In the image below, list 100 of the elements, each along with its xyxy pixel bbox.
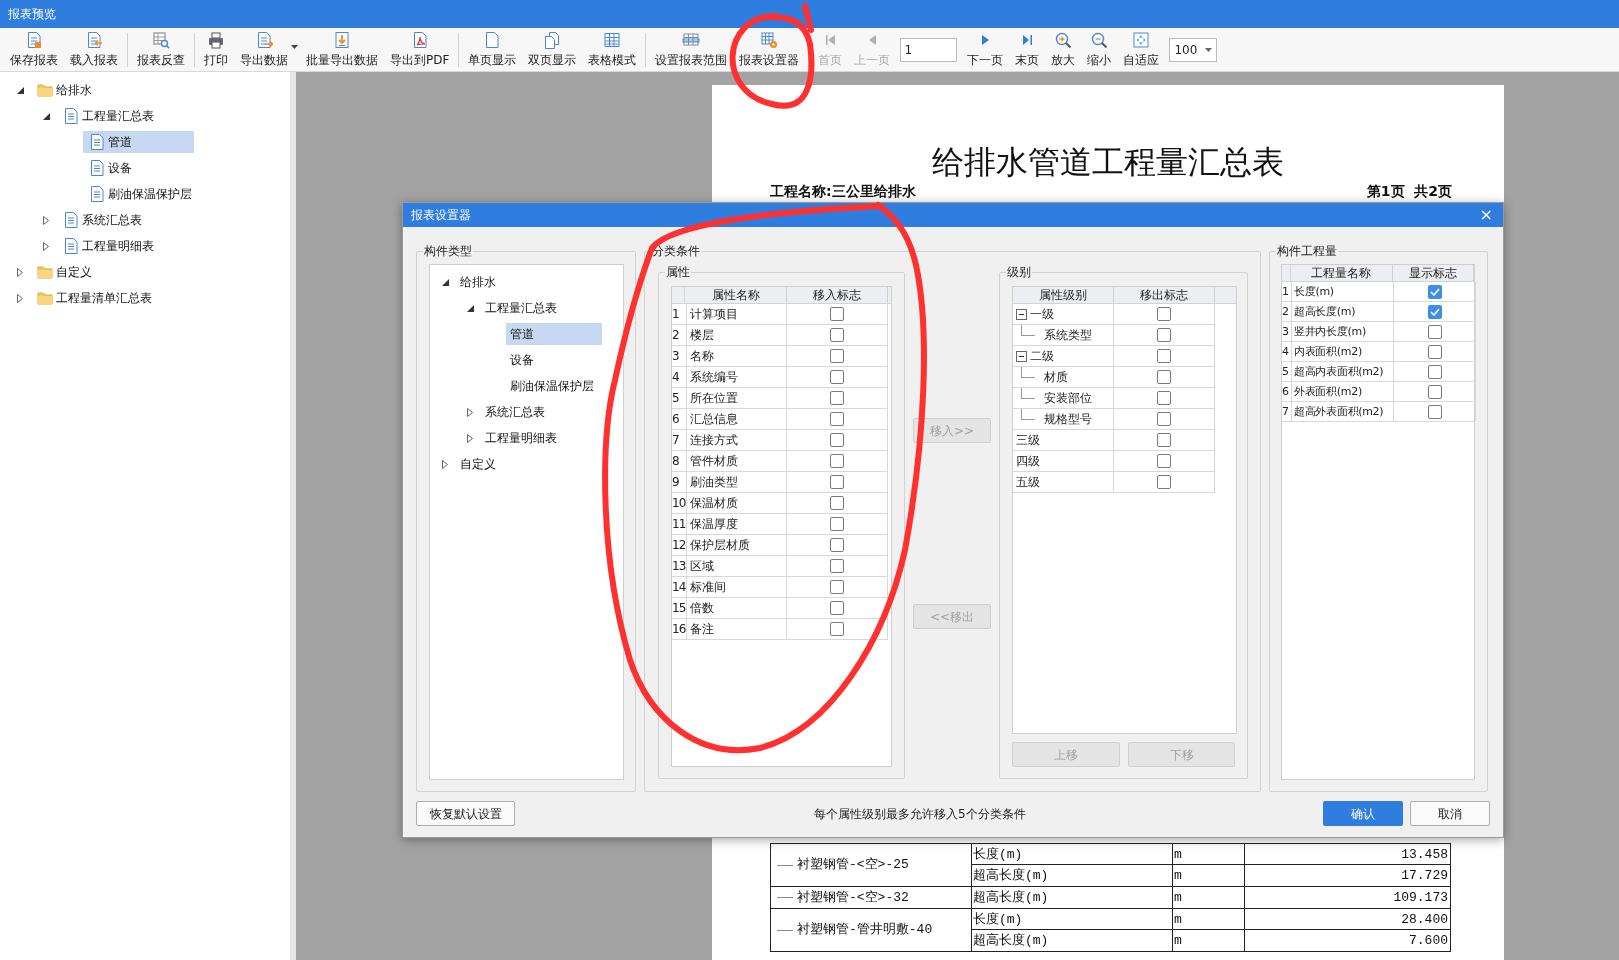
group-label: 构件工程量 [1276, 243, 1338, 259]
tree-item[interactable]: 工程量汇总表 [481, 297, 561, 319]
expanded-icon[interactable] [16, 86, 24, 94]
table-cell: 长度(m) [972, 909, 1173, 929]
checkbox[interactable] [830, 517, 844, 531]
checkbox[interactable] [1157, 328, 1171, 342]
checkbox[interactable] [1157, 370, 1171, 384]
tree-item[interactable]: 系统汇总表 [57, 209, 148, 231]
close-button[interactable]: × [1477, 207, 1495, 223]
table-cell: 名称 [686, 346, 787, 366]
checkbox[interactable] [1427, 364, 1442, 379]
tree-item[interactable]: 给排水 [456, 271, 500, 293]
checkbox[interactable] [830, 391, 844, 405]
collapse-icon[interactable] [1016, 308, 1027, 320]
checkbox[interactable] [830, 622, 844, 636]
checkbox[interactable] [1427, 344, 1442, 359]
checkbox[interactable] [830, 412, 844, 426]
toolbar-button[interactable]: 批量导出数据 [300, 28, 384, 71]
zoom-select[interactable]: 100 [1169, 37, 1218, 62]
checkbox[interactable] [830, 601, 844, 615]
next-icon [981, 34, 989, 45]
tree-item[interactable]: 工程量明细表 [57, 235, 160, 257]
restore-defaults-button[interactable]: 恢复默认设置 [416, 801, 515, 826]
collapsed-icon[interactable] [43, 215, 49, 225]
checkbox[interactable] [1157, 475, 1171, 489]
column-header: 显示标志 [1392, 265, 1474, 281]
cancel-button[interactable]: 取消 [1410, 801, 1490, 826]
toolbar-button[interactable]: 下一页 [961, 28, 1010, 71]
checkbox[interactable] [830, 307, 844, 321]
checkbox[interactable] [830, 328, 844, 342]
checkbox[interactable] [1427, 404, 1442, 419]
toolbar-button[interactable]: 导出到PDF [384, 28, 456, 71]
checkbox[interactable] [830, 559, 844, 573]
tree-item[interactable]: 设备 [83, 157, 194, 179]
toolbar-button[interactable]: 载入报表 [64, 28, 124, 71]
expanded-icon[interactable] [42, 112, 50, 120]
checkbox[interactable] [830, 370, 844, 384]
checkbox[interactable] [830, 433, 844, 447]
table-cell: m [1173, 887, 1245, 908]
checkbox[interactable] [1157, 412, 1171, 426]
toolbar-button[interactable]: 单页显示 [462, 28, 523, 71]
ok-button[interactable]: 确认 [1323, 801, 1403, 826]
tree-item[interactable]: 工程量明细表 [481, 427, 561, 449]
tree-item[interactable]: 管道 [506, 323, 602, 345]
toolbar-button[interactable]: 报表反查 [131, 28, 191, 71]
checkbox[interactable] [1427, 324, 1442, 339]
toolbar-button[interactable]: 放大 [1045, 28, 1082, 71]
collapsed-icon[interactable] [17, 267, 23, 277]
tree-item[interactable]: 工程量清单汇总表 [31, 287, 158, 309]
checkbox[interactable] [1157, 454, 1171, 468]
tree-item[interactable]: 工程量汇总表 [57, 105, 160, 127]
table-cell: 系统编号 [686, 367, 787, 387]
toolbar-button[interactable]: 导出数据 [234, 28, 300, 71]
expanded-icon[interactable] [466, 304, 474, 312]
toolbar-button[interactable]: 报表设置器 [733, 28, 806, 71]
checkbox[interactable] [1157, 391, 1171, 405]
toolbar-button[interactable]: 保存报表 [4, 28, 64, 71]
checkbox[interactable] [1157, 307, 1171, 321]
collapsed-icon[interactable] [43, 241, 49, 251]
toolbar-button[interactable]: 末页 [1009, 28, 1046, 71]
checkbox[interactable] [1427, 304, 1442, 319]
expanded-icon[interactable] [441, 278, 449, 286]
tree-item[interactable]: 自定义 [456, 453, 500, 475]
checkbox[interactable] [830, 538, 844, 552]
collapsed-icon[interactable] [467, 407, 473, 417]
toolbar-button[interactable]: 自适应 [1117, 28, 1166, 71]
checkbox[interactable] [830, 454, 844, 468]
table-cell: m [1173, 909, 1245, 929]
tree-item[interactable]: 管道 [83, 131, 194, 153]
row-number: 13 [672, 558, 686, 575]
collapse-icon[interactable] [1016, 350, 1027, 362]
row-number: 6 [672, 411, 680, 428]
column-header: 移入标志 [787, 287, 888, 303]
checkbox[interactable] [1157, 349, 1171, 363]
tree-item[interactable]: 自定义 [31, 261, 98, 283]
toolbar-button[interactable]: 缩小 [1081, 28, 1118, 71]
checkbox[interactable] [1427, 284, 1442, 299]
tree-item[interactable]: 刷油保温保护层 [506, 375, 602, 397]
tree-item[interactable]: 系统汇总表 [481, 401, 549, 423]
toolbar-button[interactable]: 打印 [198, 28, 234, 71]
table-cell: 超高长度(m) [972, 887, 1173, 908]
checkbox[interactable] [830, 349, 844, 363]
toolbar-button[interactable]: 双页显示 [522, 28, 583, 71]
collapsed-icon[interactable] [17, 293, 23, 303]
collapsed-icon[interactable] [442, 459, 448, 469]
tree-item[interactable]: 设备 [506, 349, 602, 371]
tree-item[interactable]: 给排水 [31, 79, 98, 101]
toolbar-button[interactable]: 设置报表范围 [649, 28, 734, 71]
checkbox[interactable] [830, 496, 844, 510]
checkbox[interactable] [1427, 384, 1442, 399]
caret-icon [1205, 47, 1213, 52]
row-number: 16 [672, 621, 686, 638]
table-cell: 区域 [686, 556, 787, 576]
checkbox[interactable] [830, 475, 844, 489]
checkbox[interactable] [830, 580, 844, 594]
page-field[interactable]: 1 [900, 37, 958, 62]
checkbox[interactable] [1157, 433, 1171, 447]
collapsed-icon[interactable] [467, 433, 473, 443]
toolbar-button[interactable]: 表格模式 [582, 28, 643, 71]
tree-item[interactable]: 刷油保温保护层 [83, 183, 198, 205]
